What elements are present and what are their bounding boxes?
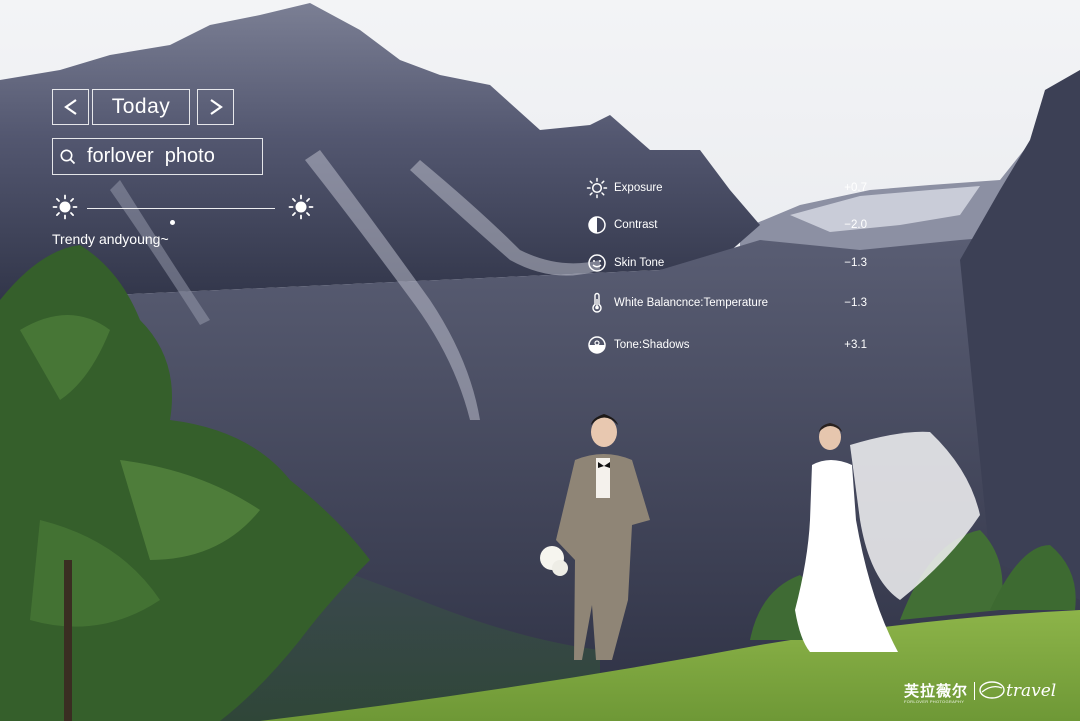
adjustment-row-skin-tone[interactable]: Skin Tone −1.3: [586, 251, 876, 275]
brand-travel-text: travel: [1006, 681, 1057, 701]
brightness-control: [52, 194, 314, 225]
chevron-left-icon: [63, 99, 77, 115]
smiley-icon: [588, 254, 606, 272]
adjustment-row-shadows[interactable]: Tone:Shadows +3.1: [586, 333, 876, 357]
shadows-icon: [588, 336, 606, 354]
adjustment-row-contrast[interactable]: Contrast −2.0: [586, 213, 876, 237]
adjustment-row-exposure[interactable]: Exposure +0.7: [586, 176, 876, 200]
tagline-text: Trendy andyoung~: [52, 231, 169, 247]
adjustment-row-white-balance[interactable]: White Balancnce:Temperature −1.3: [586, 291, 876, 315]
search-icon: [60, 149, 76, 164]
adjustment-value: −2.0: [844, 219, 867, 231]
search-field[interactable]: forlover photo: [52, 138, 263, 175]
slider-thumb[interactable]: [169, 220, 175, 225]
adjustment-label: Contrast: [614, 219, 658, 231]
adjustment-label: Tone:Shadows: [614, 339, 690, 351]
brightness-slider[interactable]: [87, 208, 275, 225]
chevron-right-icon: [209, 99, 223, 115]
adjustment-label: Exposure: [614, 182, 663, 194]
thermometer-icon: [592, 292, 602, 313]
sun-icon: [52, 194, 78, 220]
adjustment-label: White Balancnce:Temperature: [614, 297, 769, 309]
brand-subtitle: FORLOVER PHOTOGRAPHY: [904, 699, 965, 704]
adjustment-value: +3.1: [844, 339, 867, 351]
adjustment-label: Skin Tone: [614, 257, 665, 269]
sun-icon: [288, 194, 314, 220]
adjustment-value: +0.7: [844, 182, 867, 194]
next-button[interactable]: [197, 89, 234, 125]
adjustment-value: −1.3: [844, 257, 867, 269]
brand-name-chinese: 芙拉薇尔: [904, 683, 969, 700]
search-input-value: forlover photo: [87, 145, 215, 167]
previous-button[interactable]: [52, 89, 89, 125]
adjustment-value: −1.3: [844, 297, 867, 309]
contrast-icon: [588, 216, 606, 234]
watermark-divider: [974, 682, 975, 700]
photo-edit-overlay: Today forlover photo Trendy andyoung~ Ex…: [0, 0, 1080, 721]
globe-logo-icon: [979, 681, 1005, 699]
sun-icon: [586, 177, 608, 199]
today-button[interactable]: Today: [92, 89, 190, 125]
